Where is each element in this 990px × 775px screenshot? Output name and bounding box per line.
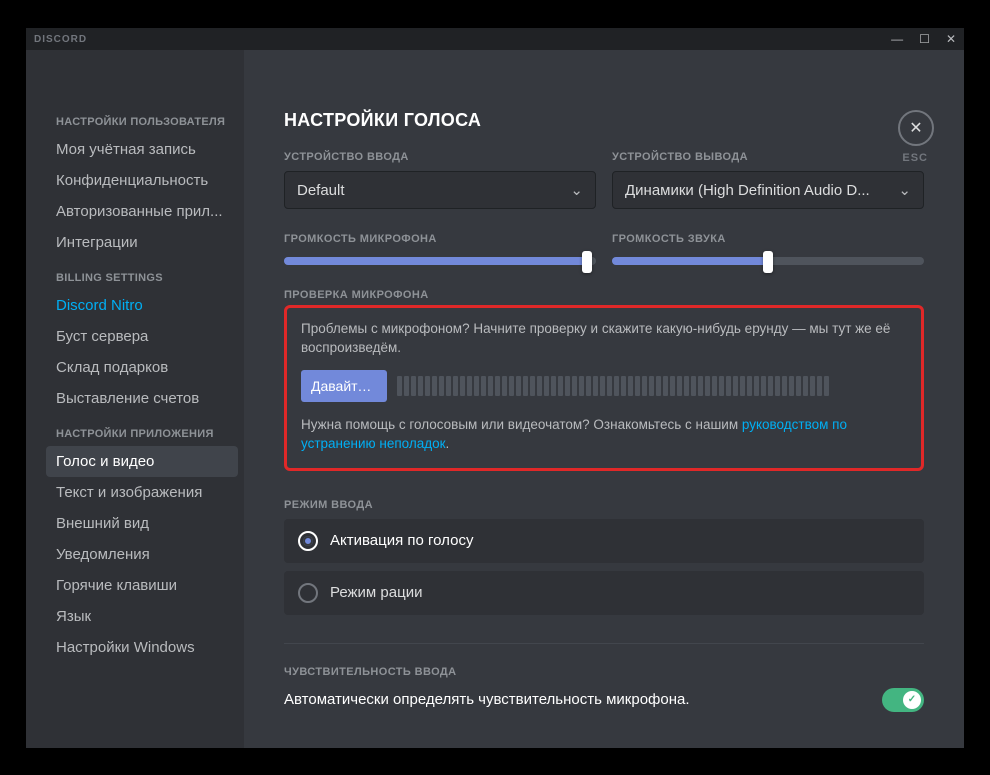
output-volume-label: ГРОМКОСТЬ ЗВУКА xyxy=(612,233,924,245)
input-device-value: Default xyxy=(297,182,345,199)
check-icon: ✓ xyxy=(908,694,916,705)
input-device-label: УСТРОЙСТВО ВВОДА xyxy=(284,151,596,163)
close-window-button[interactable]: ✕ xyxy=(946,32,956,46)
window-controls: — ☐ ✕ xyxy=(891,32,956,46)
auto-sensitivity-toggle[interactable]: ✓ xyxy=(882,688,924,712)
settings-sidebar: НАСТРОЙКИ ПОЛЬЗОВАТЕЛЯМоя учётная запись… xyxy=(26,50,244,748)
sidebar-item[interactable]: Склад подарков xyxy=(46,352,238,383)
sensitivity-label: ЧУВСТВИТЕЛЬНОСТЬ ВВОДА xyxy=(284,666,924,678)
mic-test-button[interactable]: Давайте пр... xyxy=(301,370,387,402)
input-device-select[interactable]: Default ⌄ xyxy=(284,171,596,209)
page-title: НАСТРОЙКИ ГОЛОСА xyxy=(284,110,924,131)
sidebar-item[interactable]: Настройки Windows xyxy=(46,632,238,663)
input-mode-label: РЕЖИМ ВВОДА xyxy=(284,499,924,511)
auto-sensitivity-label: Автоматически определять чувствительност… xyxy=(284,691,690,708)
close-icon: ✕ xyxy=(909,118,922,138)
app-window: DISCORD — ☐ ✕ НАСТРОЙКИ ПОЛЬЗОВАТЕЛЯМоя … xyxy=(26,28,964,748)
sidebar-header: НАСТРОЙКИ ПОЛЬЗОВАТЕЛЯ xyxy=(46,110,238,134)
sidebar-item[interactable]: Внешний вид xyxy=(46,508,238,539)
mic-test-label: ПРОВЕРКА МИКРОФОНА xyxy=(284,289,924,301)
output-device-label: УСТРОЙСТВО ВЫВОДА xyxy=(612,151,924,163)
sidebar-header: BILLING SETTINGS xyxy=(46,266,238,290)
sidebar-item[interactable]: Уведомления xyxy=(46,539,238,570)
radio-icon xyxy=(298,531,318,551)
settings-content: ✕ ESC НАСТРОЙКИ ГОЛОСА УСТРОЙСТВО ВВОДА … xyxy=(244,50,964,748)
mic-volume-slider[interactable] xyxy=(284,257,596,265)
sidebar-item[interactable]: Язык xyxy=(46,601,238,632)
sidebar-item[interactable]: Горячие клавиши xyxy=(46,570,238,601)
minimize-button[interactable]: — xyxy=(891,32,903,46)
sidebar-item[interactable]: Выставление счетов xyxy=(46,383,238,414)
mic-level-meter xyxy=(397,376,907,396)
titlebar: DISCORD — ☐ ✕ xyxy=(26,28,964,50)
maximize-button[interactable]: ☐ xyxy=(919,32,930,46)
sidebar-item[interactable]: Голос и видео xyxy=(46,446,238,477)
input-mode-push-to-talk[interactable]: Режим рации xyxy=(284,571,924,615)
sidebar-item[interactable]: Авторизованные прил... xyxy=(46,196,238,227)
slider-thumb[interactable] xyxy=(763,251,773,273)
divider xyxy=(284,643,924,644)
chevron-down-icon: ⌄ xyxy=(570,181,583,199)
sidebar-item[interactable]: Моя учётная запись xyxy=(46,134,238,165)
close-settings-button[interactable]: ✕ xyxy=(898,110,934,146)
sidebar-item[interactable]: Интеграции xyxy=(46,227,238,258)
esc-label: ESC xyxy=(902,152,928,164)
output-device-select[interactable]: Динамики (High Definition Audio D... ⌄ xyxy=(612,171,924,209)
chevron-down-icon: ⌄ xyxy=(898,181,911,199)
output-device-value: Динамики (High Definition Audio D... xyxy=(625,182,870,199)
radio-icon xyxy=(298,583,318,603)
app-logo: DISCORD xyxy=(34,34,87,45)
app-body: НАСТРОЙКИ ПОЛЬЗОВАТЕЛЯМоя учётная запись… xyxy=(26,50,964,748)
output-volume-slider[interactable] xyxy=(612,257,924,265)
mic-volume-label: ГРОМКОСТЬ МИКРОФОНА xyxy=(284,233,596,245)
input-mode-voice-activity[interactable]: Активация по голосу xyxy=(284,519,924,563)
mic-test-box: Проблемы с микрофоном? Начните проверку … xyxy=(284,305,924,471)
sidebar-item[interactable]: Конфиденциальность xyxy=(46,165,238,196)
mic-test-help2: Нужна помощь с голосовым или видеочатом?… xyxy=(301,416,907,454)
sidebar-item[interactable]: Буст сервера xyxy=(46,321,238,352)
mic-test-help: Проблемы с микрофоном? Начните проверку … xyxy=(301,320,907,358)
sidebar-header: НАСТРОЙКИ ПРИЛОЖЕНИЯ xyxy=(46,422,238,446)
sidebar-item[interactable]: Discord Nitro xyxy=(46,290,238,321)
slider-thumb[interactable] xyxy=(582,251,592,273)
sidebar-item[interactable]: Текст и изображения xyxy=(46,477,238,508)
